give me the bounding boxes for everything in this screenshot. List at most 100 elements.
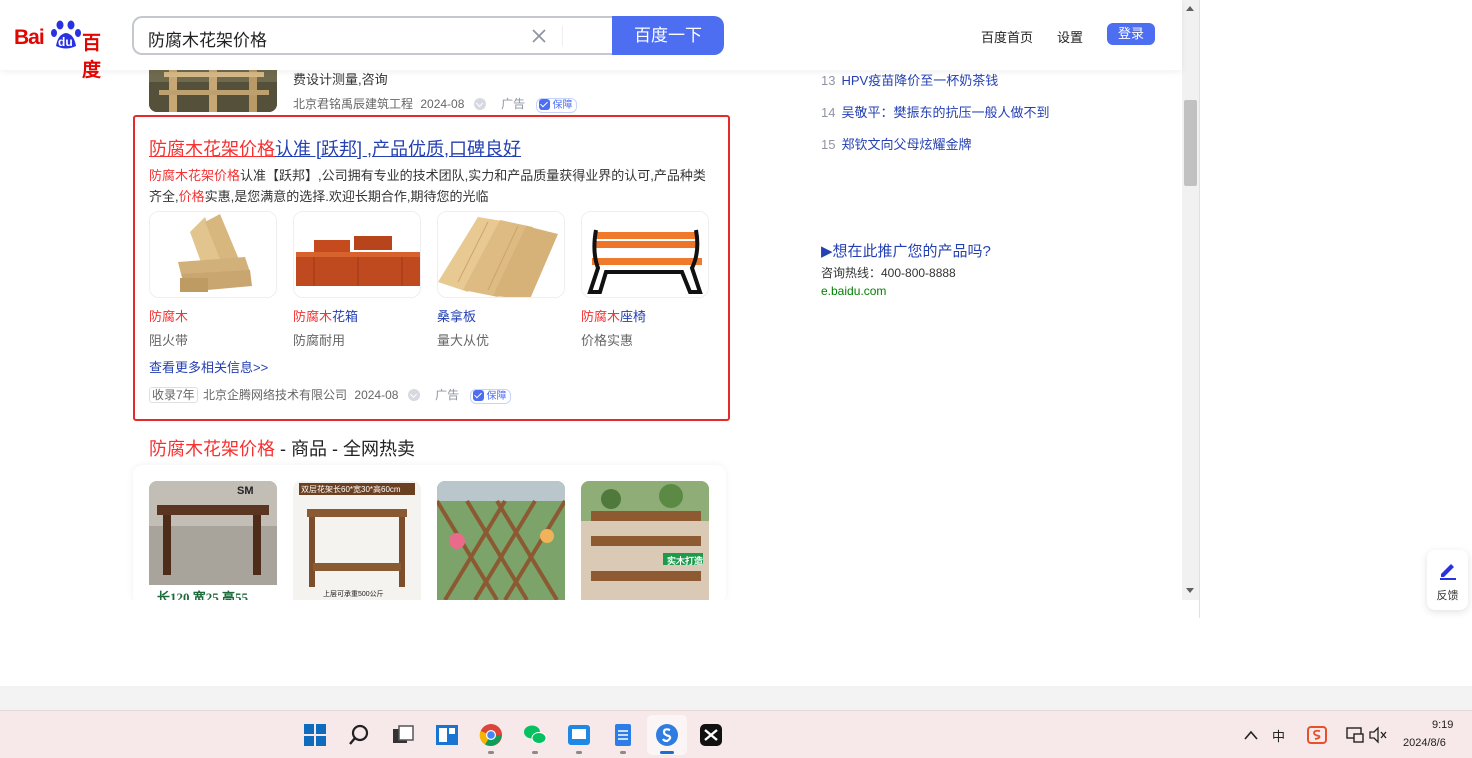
- ad-title-text[interactable]: 认准 [跃邦] ,产品优质,口碑良好: [275, 139, 521, 159]
- remote-desktop-icon[interactable]: [567, 723, 591, 747]
- result-snippet: 费设计测量,咨询: [293, 72, 388, 87]
- running-indicator: [532, 751, 538, 754]
- sogou-browser-icon[interactable]: [655, 723, 679, 747]
- promo-link[interactable]: ▶想在此推广您的产品吗?: [821, 240, 991, 261]
- nav-home-link[interactable]: 百度首页: [981, 27, 1033, 46]
- product-name-2[interactable]: 防腐木花箱: [293, 306, 358, 325]
- hot-list-item[interactable]: 15 郑钦文向父母炫耀金牌: [821, 134, 971, 153]
- guarantee-badge[interactable]: 保障: [536, 98, 578, 113]
- baidu-logo[interactable]: Bai du 百度: [14, 18, 118, 81]
- ad-date: 2024-08: [354, 388, 399, 402]
- volume-muted-icon[interactable]: [1368, 726, 1388, 744]
- chevron-down-icon[interactable]: [407, 389, 420, 401]
- shop-item-caption: 长120 宽25 高55: [157, 590, 249, 600]
- search-icon[interactable]: [347, 723, 371, 747]
- ad-desc-keyword: 价格: [178, 189, 205, 204]
- windows-taskbar: 中 9:19 2024/8/6: [0, 710, 1472, 758]
- shopping-title[interactable]: 防腐木花架价格 - 商品 - 全网热卖: [149, 435, 415, 461]
- chevron-down-icon[interactable]: [473, 98, 486, 110]
- product-image-sauna-board[interactable]: [437, 211, 565, 298]
- running-indicator: [620, 751, 626, 754]
- feedback-button[interactable]: 反馈: [1427, 550, 1468, 610]
- indexed-badge: 收录7年: [149, 387, 198, 403]
- shop-item-brand: SM: [237, 485, 254, 497]
- scroll-up-icon[interactable]: [1186, 6, 1194, 11]
- result-source[interactable]: 北京君铭禹辰建筑工程: [293, 97, 413, 111]
- clock-date[interactable]: 2024/8/6: [1403, 737, 1446, 749]
- product-image-bench[interactable]: [581, 211, 709, 298]
- product-sub-4: 价格实惠: [581, 333, 634, 348]
- more-info-link[interactable]: 查看更多相关信息>>: [149, 357, 268, 376]
- ime-indicator[interactable]: 中: [1272, 726, 1285, 745]
- product-sub-1: 阻火带: [149, 333, 189, 348]
- close-icon[interactable]: [530, 27, 548, 45]
- product-name-1[interactable]: 防腐木: [149, 306, 188, 325]
- ad-description-line1: 防腐木花架价格认准【跃邦】,公司拥有专业的技术团队,实力和产品质量获得业界的认可…: [149, 165, 706, 184]
- shopping-title-keyword[interactable]: 防腐木花架价格: [149, 439, 275, 459]
- guarantee-label: 保障: [486, 391, 507, 402]
- notepad-icon[interactable]: [611, 723, 635, 747]
- input-method-icon[interactable]: [1307, 725, 1327, 745]
- scroll-down-icon[interactable]: [1186, 588, 1194, 593]
- search-input[interactable]: 防腐木花架价格: [148, 26, 267, 51]
- search-box[interactable]: 防腐木花架价格: [132, 16, 612, 55]
- product-sub-3: 量大从优: [437, 333, 490, 348]
- ad-title[interactable]: 防腐木花架价格认准 [跃邦] ,产品优质,口碑良好: [149, 135, 521, 161]
- ad-meta: 收录7年 北京企腾网络技术有限公司 2024-08 广告 保障: [149, 386, 512, 404]
- promo-hotline: 咨询热线：400-800-8888: [821, 266, 956, 280]
- feedback-label: 反馈: [1436, 590, 1459, 602]
- product-name-4[interactable]: 防腐木座椅: [581, 306, 646, 325]
- shop-item-tag: 实木打造: [667, 556, 704, 566]
- shop-item-1[interactable]: SM 长120 宽25 高55: [149, 481, 277, 600]
- ad-desc-text: 实惠,是您满意的选择.欢迎长期合作,期待您的光临: [204, 189, 489, 204]
- ad-source[interactable]: 北京企腾网络技术有限公司: [203, 388, 347, 402]
- shop-item-2[interactable]: 双层花架长60*宽30*高60cm 上层可承重500公斤: [293, 481, 421, 600]
- wechat-icon[interactable]: [523, 723, 547, 747]
- result-date: 2024-08: [420, 97, 465, 111]
- running-indicator: [488, 751, 494, 754]
- network-icon[interactable]: [1346, 726, 1364, 744]
- chrome-icon[interactable]: [479, 723, 503, 747]
- product-name-3[interactable]: 桑拿板: [437, 306, 476, 325]
- widgets-icon[interactable]: [435, 723, 459, 747]
- product-sub-2: 防腐耐用: [293, 333, 346, 348]
- logo-text: 百度: [82, 33, 102, 81]
- search-button[interactable]: 百度一下: [612, 16, 724, 55]
- search-results: 费设计测量,咨询 北京君铭禹辰建筑工程 2024-08 广告 保障 防腐木花架价…: [0, 0, 1182, 600]
- window-background: [1200, 0, 1472, 618]
- nav-settings-link[interactable]: 设置: [1057, 27, 1083, 46]
- hot-list-item[interactable]: 13 HPV疫苗降价至一杯奶茶钱: [821, 70, 998, 89]
- check-icon: [539, 99, 551, 110]
- shop-item-3[interactable]: [437, 481, 565, 600]
- task-view-icon[interactable]: [391, 723, 415, 747]
- chevron-up-icon[interactable]: [1244, 729, 1258, 741]
- hot-list-item[interactable]: 14 吴敬平：樊振东的抗压一般人做不到: [821, 102, 1049, 121]
- logo-text: du: [58, 35, 73, 49]
- page-scrollbar[interactable]: [1182, 0, 1199, 600]
- ad-label: 广告: [435, 388, 460, 402]
- result-meta: 北京君铭禹辰建筑工程 2024-08 广告 保障: [293, 95, 578, 113]
- shopping-title-text[interactable]: - 商品 - 全网热卖: [275, 439, 415, 459]
- shop-item-spec: 双层花架长60*宽30*高60cm: [301, 485, 401, 494]
- product-image-planter[interactable]: [293, 211, 421, 298]
- running-indicator: [576, 751, 582, 754]
- logo-text: Bai: [14, 26, 45, 49]
- shop-item-4[interactable]: 实木打造: [581, 481, 709, 600]
- ad-description-line2: 齐全,价格实惠,是您满意的选择.欢迎长期合作,期待您的光临: [149, 186, 488, 205]
- guarantee-label: 保障: [552, 100, 573, 111]
- capcut-icon[interactable]: [699, 723, 723, 747]
- windows-start-icon[interactable]: [303, 723, 327, 747]
- search-header: Bai du 百度 防腐木花架价格 百度一下 百度首页 设置 登录: [0, 0, 1182, 81]
- browser-viewport: 费设计测量,咨询 北京君铭禹辰建筑工程 2024-08 广告 保障 防腐木花架价…: [0, 0, 1200, 618]
- product-image-wood[interactable]: [149, 211, 277, 298]
- clock-time[interactable]: 9:19: [1432, 719, 1453, 731]
- ad-title-keyword[interactable]: 防腐木花架价格: [149, 139, 275, 159]
- guarantee-badge[interactable]: 保障: [470, 389, 512, 404]
- window-footer: [0, 686, 1472, 710]
- login-button[interactable]: 登录: [1107, 23, 1155, 45]
- scroll-thumb[interactable]: [1184, 100, 1197, 186]
- promo-domain[interactable]: e.baidu.com: [821, 284, 886, 298]
- divider: [562, 26, 563, 46]
- edit-icon: [1440, 564, 1456, 580]
- running-indicator: [660, 751, 674, 754]
